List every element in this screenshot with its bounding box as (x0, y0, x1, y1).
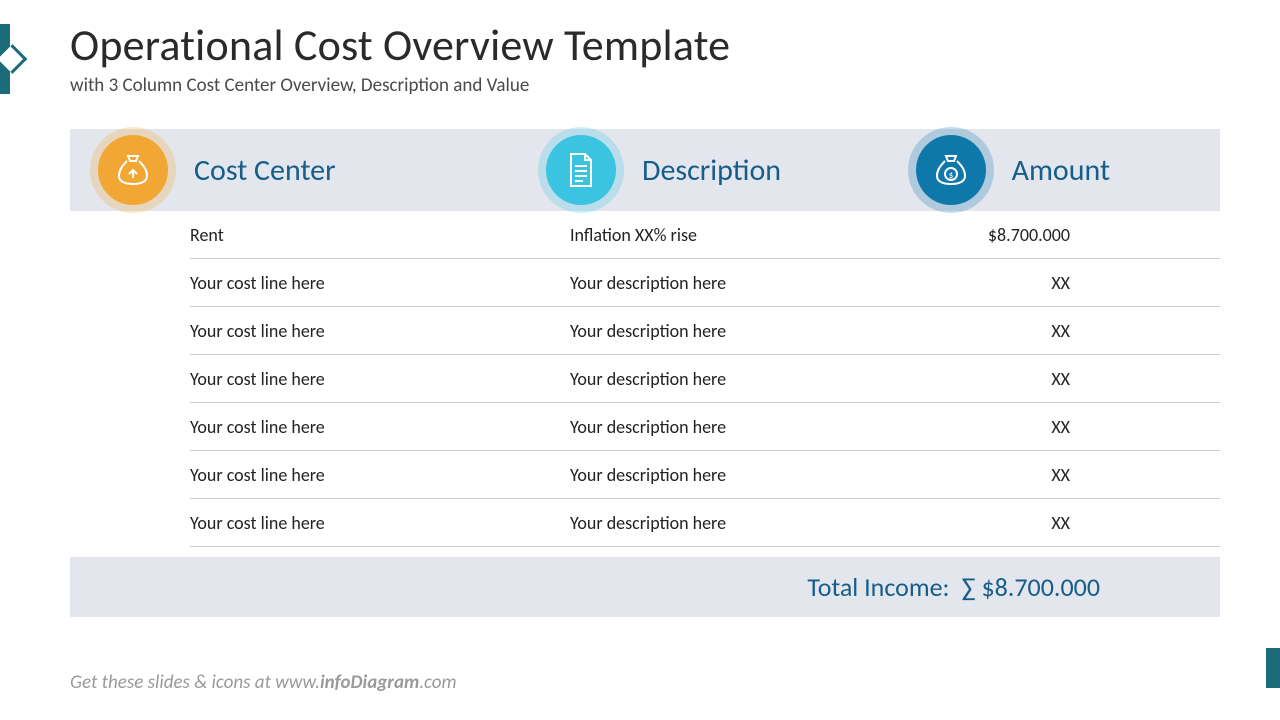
cell-cost-center: Your cost line here (190, 368, 570, 390)
slide-content: Operational Cost Overview Template with … (0, 0, 1280, 617)
table-row: Your cost line hereYour description here… (190, 499, 1220, 547)
cell-description: Your description here (570, 512, 940, 534)
money-bag-dollar-icon: $ (908, 127, 994, 213)
table-row: Your cost line hereYour description here… (190, 355, 1220, 403)
cell-description: Your description here (570, 320, 940, 342)
table-row: Your cost line hereYour description here… (190, 259, 1220, 307)
table-row: Your cost line hereYour description here… (190, 307, 1220, 355)
cell-description: Your description here (570, 464, 940, 486)
cell-description: Your description here (570, 416, 940, 438)
slide-accent-left (0, 24, 10, 94)
total-row: Total Income: ∑ $8.700.000 (70, 557, 1220, 617)
table-header-row: Cost Center Descriptio (70, 129, 1220, 211)
cell-amount: XX (940, 368, 1220, 390)
document-icon (538, 127, 624, 213)
cell-cost-center: Your cost line here (190, 272, 570, 294)
cell-amount: $8.700.000 (940, 224, 1220, 246)
svg-text:$: $ (948, 170, 953, 181)
cell-amount: XX (940, 272, 1220, 294)
footer-text-pre: Get these slides & icons at www. (70, 671, 320, 694)
table-row: Your cost line hereYour description here… (190, 451, 1220, 499)
cell-cost-center: Your cost line here (190, 416, 570, 438)
cell-cost-center: Your cost line here (190, 320, 570, 342)
money-bag-up-icon (90, 127, 176, 213)
slide-title: Operational Cost Overview Template (70, 18, 1220, 72)
cell-amount: XX (940, 416, 1220, 438)
cell-description: Your description here (570, 368, 940, 390)
column-header-description: Description (642, 152, 781, 189)
footer-attribution: Get these slides & icons at www.infoDiag… (70, 671, 457, 694)
cell-amount: XX (940, 512, 1220, 534)
slide-accent-bottom-right (1266, 648, 1280, 688)
footer-text-bold: infoDiagram (320, 671, 419, 694)
cell-amount: XX (940, 464, 1220, 486)
table-row: Your cost line hereYour description here… (190, 403, 1220, 451)
column-header-amount: Amount (1012, 152, 1110, 189)
column-header-cost-center: Cost Center (194, 152, 336, 189)
cost-table: Cost Center Descriptio (70, 129, 1220, 617)
cell-description: Your description here (570, 272, 940, 294)
cell-cost-center: Your cost line here (190, 512, 570, 534)
total-label: Total Income: (807, 571, 949, 603)
cell-cost-center: Rent (190, 224, 570, 246)
footer-text-post: .com (419, 671, 456, 694)
cell-cost-center: Your cost line here (190, 464, 570, 486)
total-value: ∑ $8.700.000 (962, 571, 1101, 603)
cell-amount: XX (940, 320, 1220, 342)
table-row: RentInflation XX% rise$8.700.000 (190, 211, 1220, 259)
slide-subtitle: with 3 Column Cost Center Overview, Desc… (70, 74, 1220, 97)
table-body: RentInflation XX% rise$8.700.000Your cos… (70, 211, 1220, 547)
cell-description: Inflation XX% rise (570, 224, 940, 246)
